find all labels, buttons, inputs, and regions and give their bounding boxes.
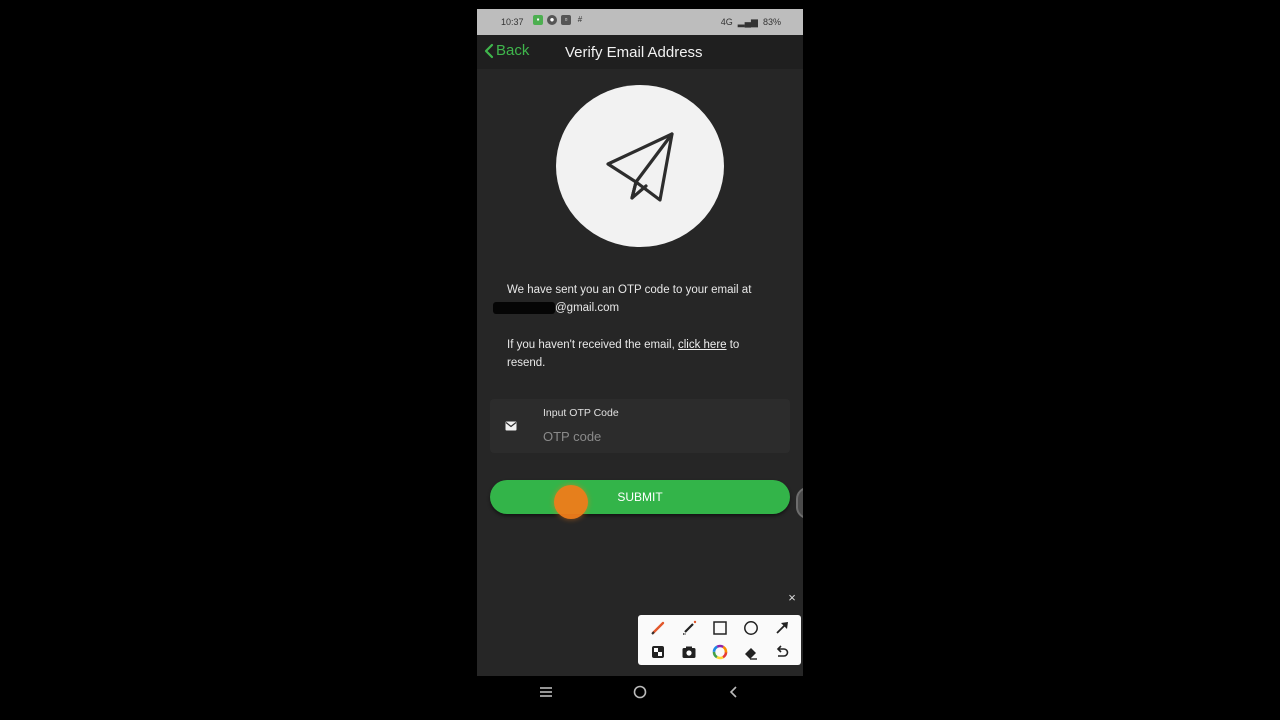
hero-illustration xyxy=(556,85,724,247)
otp-input[interactable] xyxy=(543,427,773,445)
redacted-email xyxy=(493,301,555,314)
app-icon: ● xyxy=(547,15,557,25)
otp-sent-text: We have sent you an OTP code to your ema… xyxy=(507,284,752,296)
status-right: 4G ▂▄▆ 83% xyxy=(721,17,781,28)
otp-field-card: Input OTP Code xyxy=(490,399,790,453)
email-suffix: @gmail.com xyxy=(555,302,620,314)
back-nav-icon[interactable] xyxy=(727,685,741,704)
floating-handle[interactable] xyxy=(796,487,803,519)
undo-icon[interactable] xyxy=(771,642,793,662)
network-label: 4G xyxy=(720,17,733,27)
email-line: @gmail.com xyxy=(493,299,767,317)
rectangle-icon[interactable] xyxy=(709,618,731,638)
color-wheel-icon[interactable] xyxy=(709,642,731,662)
mail-icon xyxy=(505,421,517,431)
otp-sent-message: We have sent you an OTP code to your ema… xyxy=(493,281,767,317)
eraser-icon[interactable] xyxy=(740,642,762,662)
home-icon[interactable] xyxy=(633,685,647,704)
arrow-icon[interactable] xyxy=(771,618,793,638)
battery-label: 83% xyxy=(762,17,781,27)
mosaic-icon[interactable] xyxy=(647,642,669,662)
otp-label: Input OTP Code xyxy=(543,407,619,419)
close-icon[interactable]: × xyxy=(784,590,800,606)
system-nav-bar xyxy=(477,676,803,712)
highlighter-icon[interactable] xyxy=(678,618,700,638)
back-button[interactable]: Back xyxy=(484,42,529,59)
gallery-icon: ▫ xyxy=(561,15,571,25)
circle-icon[interactable] xyxy=(740,618,762,638)
phone-screen: 10:37 ▪ ● ▫ # 4G ▂▄▆ 83% Back Verify Ema… xyxy=(477,9,803,676)
annotation-toolbar xyxy=(638,615,801,665)
resend-prefix: If you haven't received the email, xyxy=(507,339,678,351)
signal-icon: ▂▄▆ xyxy=(737,17,758,27)
submit-button[interactable]: SUBMIT xyxy=(490,480,790,514)
app-bar: Back Verify Email Address xyxy=(477,35,803,69)
status-bar: 10:37 ▪ ● ▫ # 4G ▂▄▆ 83% xyxy=(477,9,803,35)
paper-plane-icon xyxy=(606,132,674,202)
resend-message: If you haven't received the email, click… xyxy=(507,336,767,372)
chevron-left-icon xyxy=(484,43,494,58)
back-label: Back xyxy=(496,42,530,59)
notification-icons: ▪ ● ▫ # xyxy=(533,15,585,25)
recent-apps-icon[interactable] xyxy=(539,685,553,704)
status-time: 10:37 xyxy=(501,17,524,27)
touch-indicator xyxy=(554,485,588,519)
camera-icon[interactable] xyxy=(678,642,700,662)
page-title: Verify Email Address xyxy=(565,44,703,61)
message-icon: ▪ xyxy=(533,15,543,25)
pen-icon[interactable] xyxy=(647,618,669,638)
hashtag-icon: # xyxy=(577,15,583,24)
resend-link[interactable]: click here xyxy=(678,339,727,351)
